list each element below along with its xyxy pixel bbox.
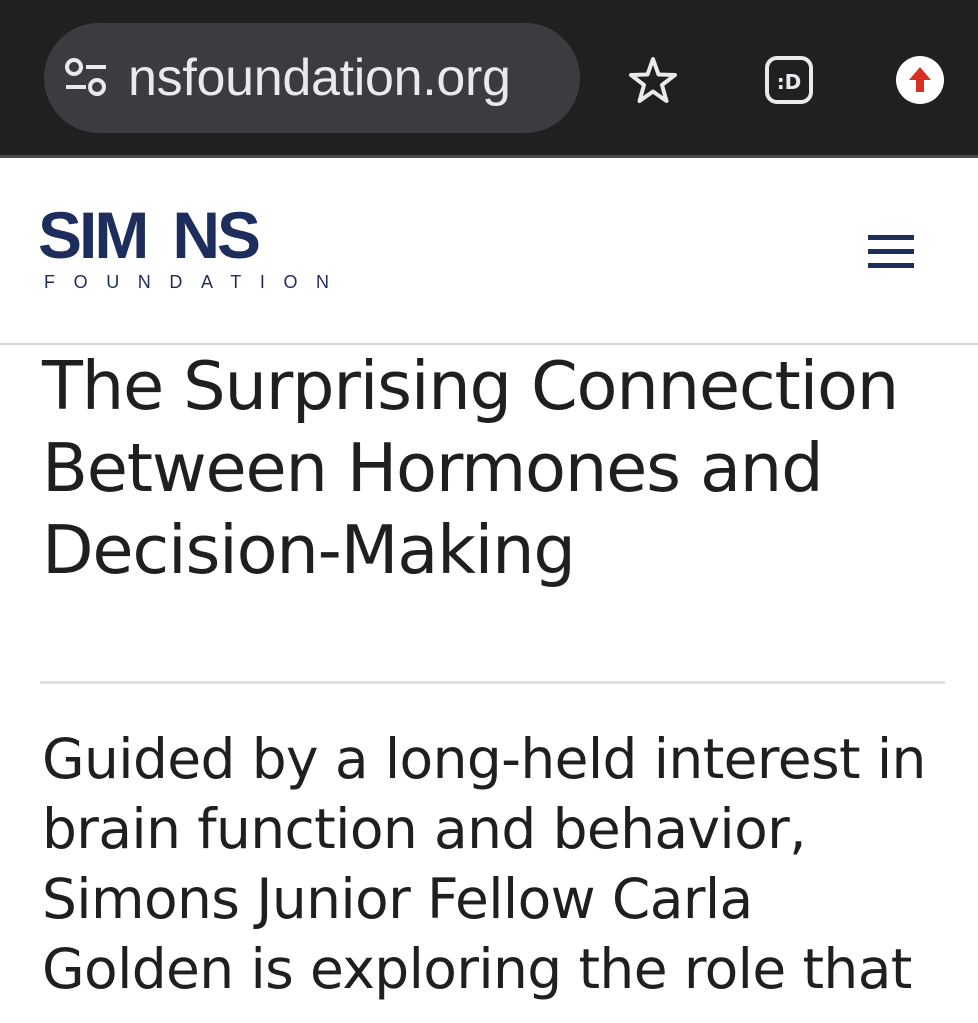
- reader-mode-icon[interactable]: :D: [761, 52, 817, 108]
- url-text[interactable]: nsfoundation.org: [128, 46, 511, 110]
- article-intro: Guided by a long-held interest in brain …: [42, 727, 926, 1001]
- hamburger-menu-icon[interactable]: [862, 228, 916, 274]
- star-icon[interactable]: [625, 53, 681, 109]
- svg-text::D: :D: [777, 70, 802, 94]
- simons-foundation-logo[interactable]: SIM NS FOUNDATION: [38, 193, 338, 303]
- article-title: The Surprising Connection Between Hormon…: [42, 347, 899, 589]
- upgrade-arrow-icon[interactable]: [892, 52, 948, 108]
- title-divider: [40, 681, 945, 684]
- logo-subtext: FOUNDATION: [44, 272, 348, 292]
- tune-icon[interactable]: [64, 57, 108, 97]
- logo-wordmark: SIM NS: [38, 198, 261, 272]
